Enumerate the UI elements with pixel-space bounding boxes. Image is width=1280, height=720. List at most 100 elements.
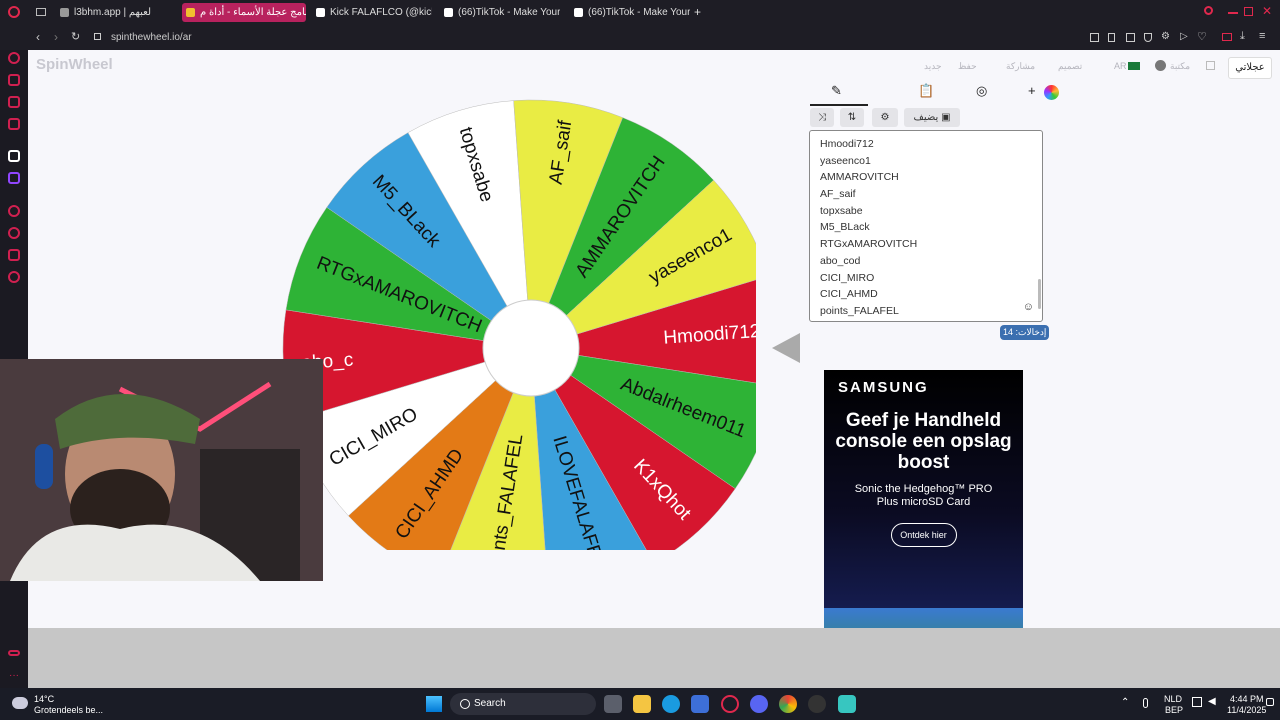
app-icon[interactable] — [838, 695, 856, 713]
store-icon[interactable] — [691, 695, 709, 713]
color-wheel-icon[interactable] — [1044, 85, 1059, 100]
language-button[interactable]: AR — [1114, 61, 1127, 71]
entry[interactable]: AMMAROVITCH — [820, 169, 1042, 186]
aria-icon[interactable] — [8, 74, 20, 86]
download-icon[interactable]: ⤓ — [1240, 30, 1245, 43]
volume-icon[interactable]: ◀ — [1208, 696, 1216, 707]
close-window-icon[interactable]: ✕ — [1262, 4, 1272, 18]
forward-icon[interactable]: › — [54, 30, 58, 44]
translate-icon[interactable]: ▷ — [1180, 31, 1188, 42]
snapshot-icon[interactable] — [1126, 33, 1135, 42]
notification-icon[interactable] — [1266, 698, 1274, 706]
entry[interactable]: Hmoodi712 — [820, 136, 1042, 153]
entry[interactable]: topxsabe — [820, 203, 1042, 220]
taskbar-search[interactable]: Search — [450, 693, 596, 715]
lang-bottom[interactable]: BEP — [1165, 705, 1183, 715]
share-button[interactable]: مشاركة — [1006, 61, 1035, 72]
edit-pencil-icon[interactable]: ✎ — [831, 83, 842, 99]
tab-tiktok-2[interactable]: (66)TikTok - Make Your D — [570, 3, 690, 22]
wheel-center[interactable] — [482, 299, 580, 397]
edge-icon[interactable] — [662, 695, 680, 713]
lang-top[interactable]: NLD — [1164, 694, 1182, 704]
site-logo[interactable]: SpinWheel — [36, 56, 113, 73]
opera-logo-icon[interactable] — [8, 6, 20, 18]
scrollbar[interactable] — [1038, 279, 1041, 309]
menu-icon[interactable]: ≡ — [1259, 30, 1265, 42]
clock-time[interactable]: 4:44 PM — [1230, 694, 1264, 704]
steam-icon[interactable] — [808, 695, 826, 713]
hide-eye-icon[interactable]: ◎ — [976, 83, 987, 99]
new-tab-button[interactable]: + — [694, 5, 701, 19]
my-wheels-button[interactable]: عجلاتي — [1228, 57, 1272, 79]
tray-chevron-icon[interactable]: ⌃ — [1121, 697, 1129, 708]
url-field[interactable]: spinthewheel.io/ar — [111, 32, 192, 43]
cube-icon[interactable] — [8, 249, 20, 261]
discord-icon[interactable] — [750, 695, 768, 713]
maximize-icon[interactable] — [1244, 7, 1253, 16]
fullscreen-icon[interactable] — [1206, 61, 1215, 70]
clock-date[interactable]: 11/4/2025 — [1227, 705, 1266, 715]
entry[interactable]: M5_BLack — [820, 219, 1042, 236]
start-icon[interactable] — [426, 696, 442, 712]
twitch-icon[interactable] — [8, 172, 20, 184]
add-entry-button[interactable]: + — [1028, 83, 1036, 98]
samsung-ad[interactable]: SAMSUNG Geef je Handheld console een ops… — [824, 370, 1023, 628]
history-icon[interactable] — [8, 52, 20, 64]
emoji-icon[interactable]: ☺ — [1023, 301, 1034, 313]
design-button[interactable]: تصميم — [1058, 61, 1082, 72]
tiktok-icon — [316, 8, 325, 17]
entry[interactable]: points_FALAFEL — [820, 303, 1042, 320]
shield-icon[interactable] — [1144, 33, 1152, 42]
chrome-icon[interactable] — [779, 695, 797, 713]
tab-tiktok-1[interactable]: (66)TikTok - Make Your D — [440, 3, 560, 22]
entry[interactable]: AF_saif — [820, 186, 1042, 203]
entries-count-badge: إدخالات: 14 — [1000, 325, 1050, 340]
tab-kick[interactable]: Kick FALAFLCO (@kick_S — [312, 3, 432, 22]
search-icon[interactable] — [1204, 6, 1213, 15]
settings-button[interactable]: ⚙ — [872, 108, 898, 127]
sort-button[interactable]: ⇅ — [840, 108, 864, 127]
ad-headline: Geef je Handheld console een opslag boos… — [835, 410, 1012, 473]
tab-underline — [810, 104, 868, 106]
settings-icon[interactable]: ⚙ — [1161, 31, 1170, 42]
whatsapp-icon[interactable] — [8, 118, 20, 130]
entry[interactable]: abo_cod — [820, 253, 1042, 270]
entries-textarea[interactable]: Hmoodi712 yaseenco1 AMMAROVITCH AF_saif … — [809, 130, 1043, 322]
more-icon[interactable]: ··· — [9, 670, 19, 681]
mic-icon[interactable] — [1143, 698, 1148, 708]
save-button[interactable]: حفظ — [958, 61, 977, 72]
entry[interactable]: CICI_AHMD — [820, 286, 1042, 303]
task-view-icon[interactable] — [604, 695, 622, 713]
new-button[interactable]: جديد — [924, 61, 942, 72]
network-icon[interactable] — [1192, 697, 1202, 707]
tab-spinthewheel[interactable]: برنامج عجلة الأسماء - أداة م... — [182, 3, 306, 22]
clock-icon[interactable] — [8, 227, 20, 239]
heart-icon[interactable]: ♡ — [1197, 30, 1207, 43]
clipboard-icon[interactable]: 📋 — [918, 83, 934, 99]
gx-icon[interactable] — [8, 650, 20, 656]
spin-wheel[interactable]: Hmoodi712Abdalrheem011K1xQhotILOVEFALAFE… — [256, 50, 756, 550]
entry[interactable]: CICI_MIRO — [820, 270, 1042, 287]
workspaces-icon[interactable] — [36, 8, 46, 16]
back-icon[interactable]: ‹ — [36, 30, 40, 44]
settings-sidebar-icon[interactable] — [8, 271, 20, 283]
player-icon[interactable] — [8, 205, 20, 217]
opera-gx-icon[interactable] — [721, 695, 739, 713]
ad-cta-button[interactable]: Ontdek hier — [890, 523, 957, 547]
reload-icon[interactable]: ↻ — [71, 30, 80, 43]
file-explorer-icon[interactable] — [633, 695, 651, 713]
add-image-button[interactable]: يضيف ▣ — [904, 108, 960, 127]
messenger-icon[interactable] — [8, 96, 20, 108]
library-button[interactable]: مكتبة — [1170, 61, 1190, 72]
minimize-icon[interactable] — [1228, 12, 1238, 14]
tab-l3bhm[interactable]: l3bhm.app | لعبهم — [56, 3, 176, 22]
bookmark-icon[interactable] — [1108, 33, 1115, 42]
entry[interactable]: yaseenco1 — [820, 153, 1042, 170]
wallet-icon[interactable] — [1222, 33, 1232, 41]
entry[interactable]: RTGxAMAROVITCH — [820, 236, 1042, 253]
extensions-icon[interactable] — [1090, 33, 1099, 42]
search-placeholder: Search — [474, 698, 506, 709]
arrow-icon[interactable] — [8, 150, 20, 162]
tab-favicon-icon — [60, 8, 69, 17]
shuffle-button[interactable]: ⤨ — [810, 108, 834, 127]
